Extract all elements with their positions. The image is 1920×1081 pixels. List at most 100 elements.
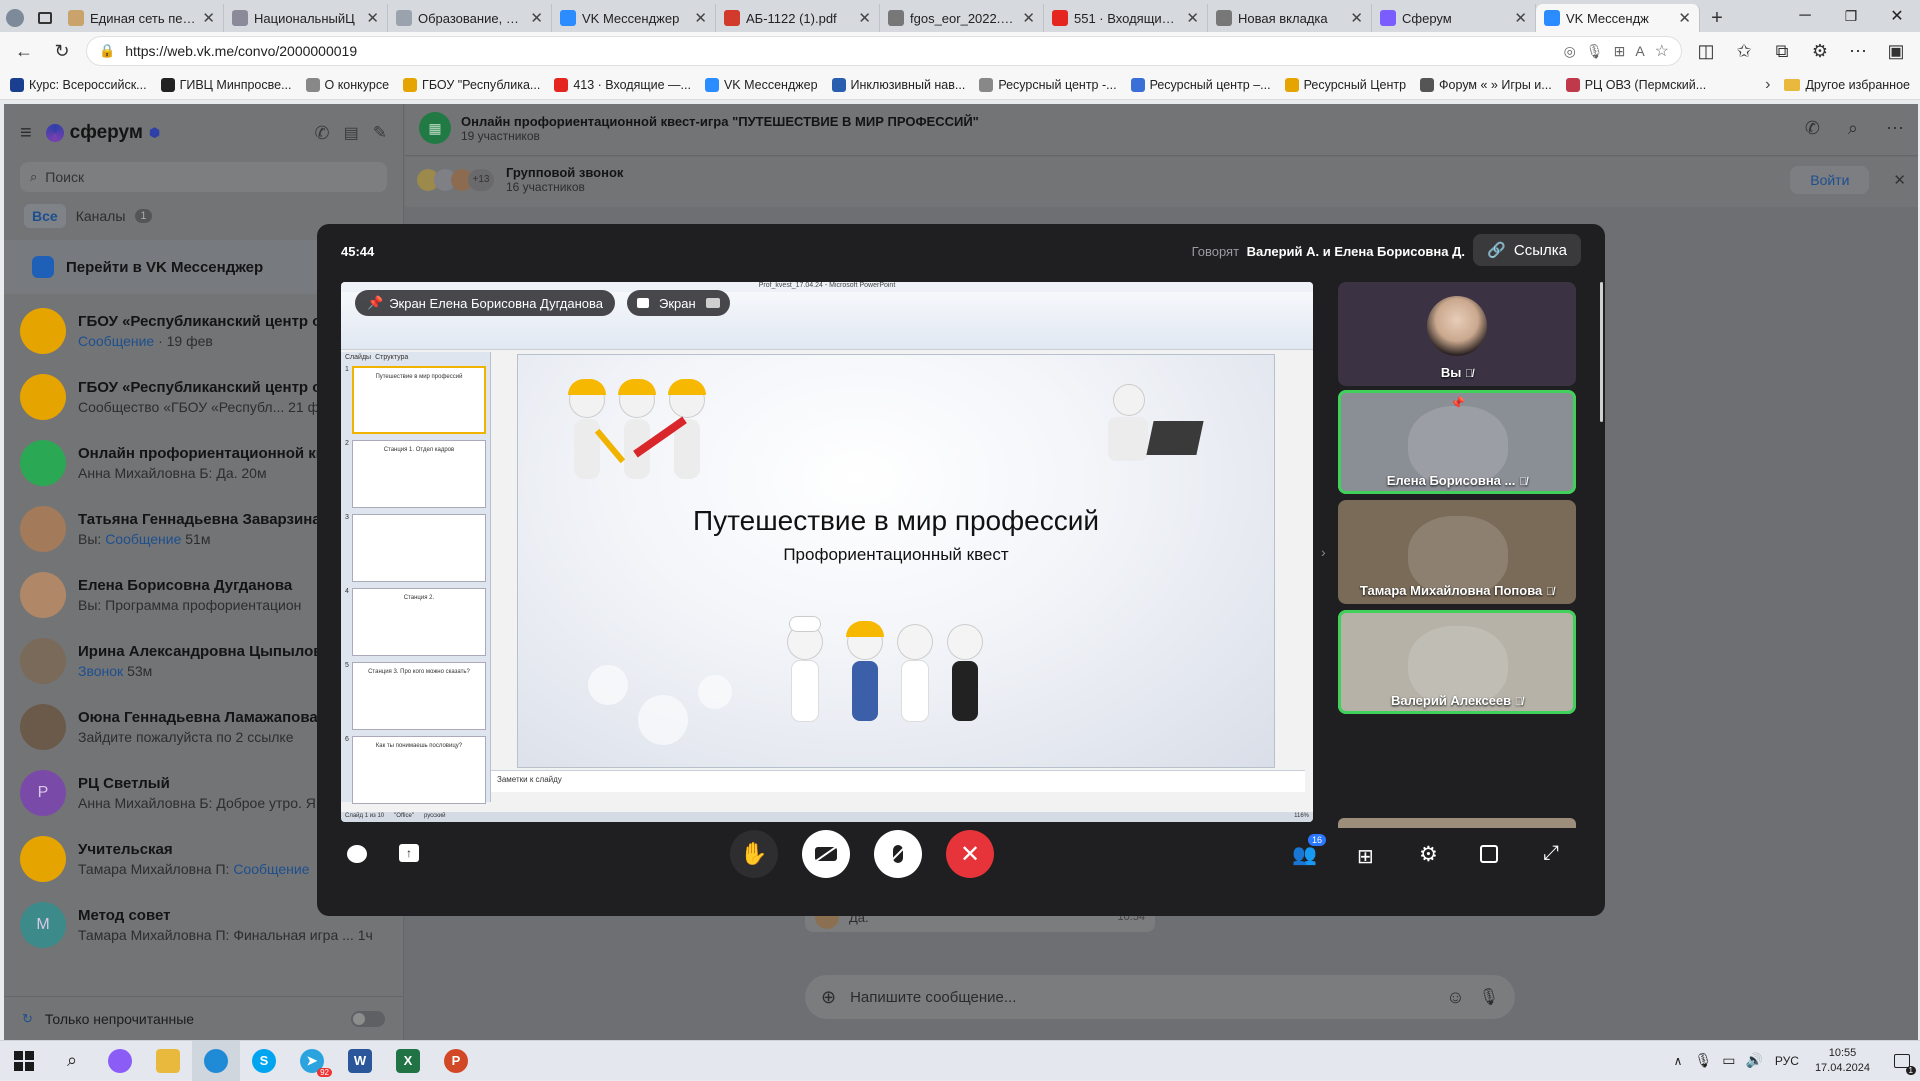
notifications-button[interactable]: 1 <box>1884 1041 1920 1081</box>
fullscreen-icon[interactable]: ⤢ <box>1543 842 1559 865</box>
browser-tab[interactable]: НациональныйЦ ✕ <box>224 4 388 32</box>
join-call-button[interactable]: Войти <box>1790 165 1870 194</box>
excel-icon[interactable]: X <box>384 1041 432 1081</box>
call-icon[interactable]: ✆ <box>315 123 330 144</box>
message-composer[interactable]: ⊕ Напишите сообщение... ☺ 🎙 <box>805 975 1515 1019</box>
refresh-icon[interactable]: ↻ <box>48 37 76 65</box>
header-search-icon[interactable]: ⌕ <box>1848 118 1858 139</box>
restore-icon[interactable]: ❐ <box>1828 0 1874 32</box>
voice-icon[interactable]: 🎙 <box>1479 987 1499 1007</box>
chat-title[interactable]: Онлайн профориентационной квест-игра "ПУ… <box>461 114 979 129</box>
participant-tile[interactable]: Тамара Михайловна Попова 🎙̸ <box>1338 500 1576 604</box>
bookmark-item[interactable]: Инклюзивный нав... <box>831 77 965 92</box>
tab-actions-icon[interactable] <box>30 4 60 32</box>
start-button[interactable] <box>0 1041 48 1081</box>
menu-dots-icon[interactable]: ⋯ <box>1844 37 1872 65</box>
chat-bubble-icon[interactable] <box>345 842 369 866</box>
emoji-icon[interactable]: ☺ <box>1446 987 1464 1008</box>
bookmark-item[interactable]: ГБОУ "Республика... <box>403 77 540 92</box>
share-screen-icon[interactable]: ↑ <box>399 844 419 862</box>
bookmark-item[interactable]: Ресурсный центр –... <box>1130 77 1271 92</box>
notes-area[interactable]: Заметки к слайду <box>491 770 1305 792</box>
end-call-button[interactable]: ✕ <box>946 830 994 878</box>
filter-all-tab[interactable]: Все <box>24 204 66 228</box>
network-icon[interactable]: ▭ <box>1722 1052 1735 1069</box>
grid-view-icon[interactable]: ⊞ <box>1357 844 1374 869</box>
participant-tile[interactable]: Валерий Алексеев 🎙̸ <box>1338 610 1576 714</box>
collections-icon[interactable]: ⧉ <box>1768 37 1796 65</box>
powerpoint-icon[interactable]: P <box>432 1041 480 1081</box>
location-icon[interactable]: ◎ <box>1564 43 1576 60</box>
favorite-star-icon[interactable]: ☆ <box>1655 41 1669 61</box>
bookmark-item[interactable]: ГИВЦ Минпросве... <box>160 77 292 92</box>
compose-icon[interactable]: ✎ <box>373 123 387 143</box>
bookmark-item[interactable]: Форум « » Игры и... <box>1420 77 1552 92</box>
new-tab-button[interactable]: + <box>1700 4 1734 32</box>
mic-off-button[interactable] <box>874 830 922 878</box>
bookmark-item[interactable]: VK Мессенджер <box>704 77 818 92</box>
header-call-icon[interactable]: ✆ <box>1805 118 1820 139</box>
close-banner-icon[interactable]: ✕ <box>1893 171 1906 189</box>
skype-icon[interactable]: S <box>240 1041 288 1081</box>
slide-thumbnail[interactable]: 3 <box>341 511 490 585</box>
bookmark-item[interactable]: 413 · Входящие —... <box>554 77 691 92</box>
url-field[interactable]: 🔒 https://web.vk.me/convo/2000000019 ◎ 🎙… <box>86 36 1682 66</box>
expand-panel-chevron-icon[interactable]: › <box>1321 544 1326 560</box>
clock[interactable]: 10:55 17.04.2024 <box>1815 1046 1870 1076</box>
bookmarks-more-icon[interactable]: › <box>1765 76 1770 94</box>
tab-close-icon[interactable]: ✕ <box>1678 9 1691 27</box>
bookmark-item[interactable]: О конкурсе <box>305 77 389 92</box>
hamburger-icon[interactable]: ≡ <box>20 122 32 145</box>
edge-icon[interactable] <box>192 1040 240 1081</box>
tab-close-icon[interactable]: ✕ <box>694 9 707 27</box>
attach-icon[interactable]: ⊕ <box>821 987 836 1008</box>
tab-close-icon[interactable]: ✕ <box>1350 9 1363 27</box>
word-icon[interactable]: W <box>336 1041 384 1081</box>
telegram-icon[interactable]: ➤ 92 <box>288 1041 336 1081</box>
browser-tab[interactable]: fgos_eor_2022.pdf ✕ <box>880 4 1044 32</box>
participants-button[interactable]: 👥 16 <box>1292 834 1326 866</box>
browser-tab[interactable]: VK Мессенджер ✕ <box>552 4 716 32</box>
call-link-button[interactable]: 🔗 Ссылка <box>1473 234 1581 266</box>
bookmark-item[interactable]: Ресурсный центр -... <box>979 77 1117 92</box>
taskbar-search-icon[interactable]: ⌕ <box>48 1041 96 1081</box>
browser-tab[interactable]: Новая вкладка ✕ <box>1208 4 1372 32</box>
unread-toggle[interactable] <box>351 1010 385 1027</box>
slide-thumbnail[interactable]: 5 Станция 3. Про кого можно сказать? <box>341 659 490 733</box>
volume-icon[interactable]: 🔊 <box>1745 1052 1762 1069</box>
tiles-scrollbar[interactable] <box>1600 282 1603 422</box>
alice-icon[interactable] <box>96 1041 144 1081</box>
participant-tile[interactable]: 📌 Елена Борисовна ... 🎙̸ <box>1338 390 1576 494</box>
slides-tab[interactable]: Слайды <box>345 354 371 361</box>
layout-icon[interactable] <box>1480 845 1498 863</box>
profile-icon[interactable] <box>0 4 30 32</box>
tab-close-icon[interactable]: ✕ <box>530 9 543 27</box>
outline-tab[interactable]: Структура <box>375 354 408 361</box>
slide-thumbnail[interactable]: 4 Станция 2. <box>341 585 490 659</box>
tray-mic-icon[interactable]: 🎙 <box>1694 1052 1712 1069</box>
browser-tab[interactable]: Образование, тру ✕ <box>388 4 552 32</box>
bookmark-item[interactable]: Ресурсный Центр <box>1284 77 1406 92</box>
chat-avatar[interactable]: ▦ <box>419 112 451 144</box>
screen-toggle-pill[interactable]: Экран <box>627 290 730 316</box>
filter-channels-tab[interactable]: Каналы <box>76 208 126 224</box>
settings-icon[interactable]: ⚙ <box>1419 842 1438 867</box>
tray-chevron-icon[interactable]: ∧ <box>1674 1054 1683 1068</box>
other-bookmarks[interactable]: Другое избранное <box>1784 78 1910 92</box>
header-more-icon[interactable]: ⋯ <box>1886 118 1904 139</box>
bookmark-item[interactable]: Курс: Всероссийск... <box>10 77 147 92</box>
browser-tab[interactable]: АБ-1122 (1).pdf ✕ <box>716 4 880 32</box>
read-aloud-icon[interactable]: A <box>1635 43 1644 59</box>
slide-thumbnail[interactable]: 2 Станция 1. Отдел кадров <box>341 437 490 511</box>
apps-icon[interactable]: ⊞ <box>1614 43 1626 60</box>
extensions-icon[interactable]: ⚙ <box>1806 37 1834 65</box>
archive-icon[interactable]: ▤ <box>344 123 359 143</box>
split-screen-icon[interactable]: ◫ <box>1692 37 1720 65</box>
search-input[interactable]: ⌕ Поиск <box>20 162 387 192</box>
browser-tab[interactable]: Сферум ✕ <box>1372 4 1536 32</box>
bookmark-item[interactable]: РЦ ОВЗ (Пермский... <box>1565 77 1706 92</box>
browser-tab[interactable]: 551 · Входящие — ✕ <box>1044 4 1208 32</box>
tab-close-icon[interactable]: ✕ <box>202 9 215 27</box>
mic-icon[interactable]: 🎙 <box>1586 43 1604 60</box>
file-explorer-icon[interactable] <box>144 1041 192 1081</box>
